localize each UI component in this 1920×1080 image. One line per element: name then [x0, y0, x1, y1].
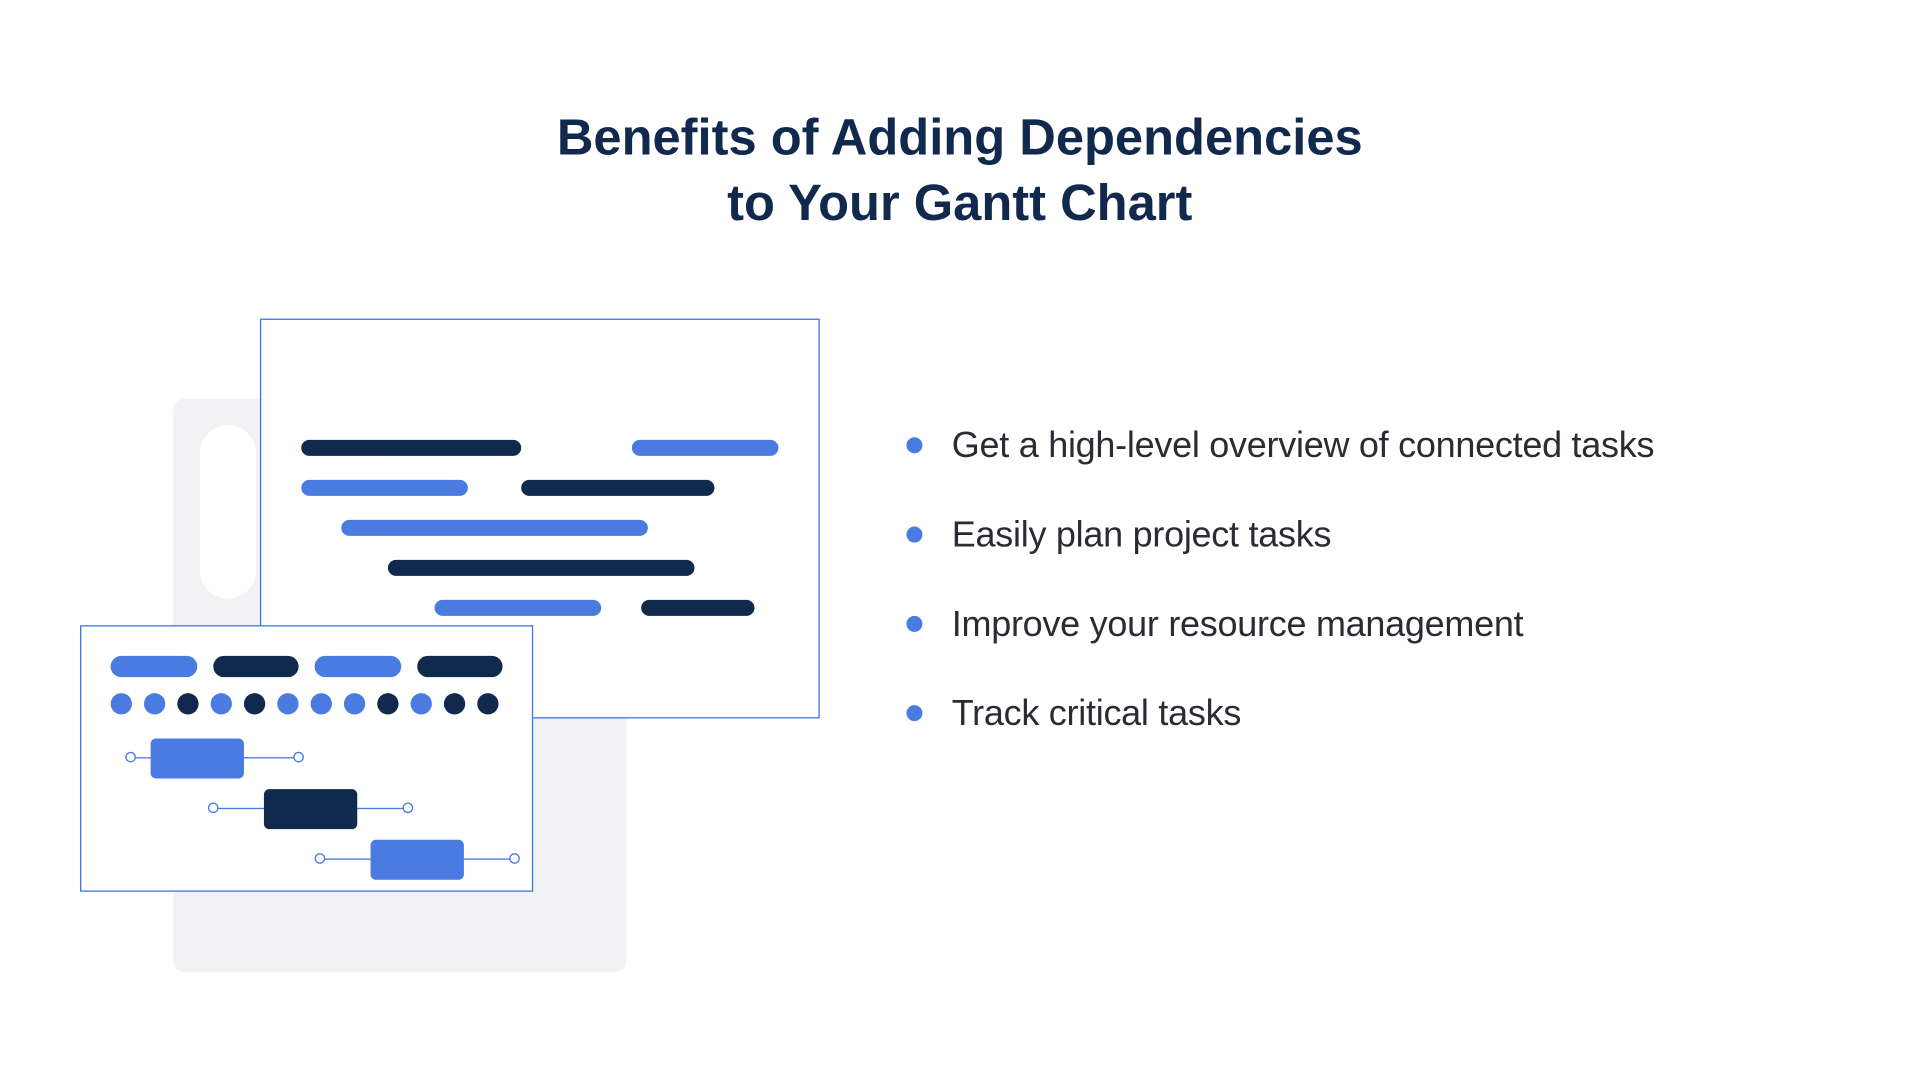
legend-pill — [315, 656, 401, 677]
legend-dots — [111, 693, 503, 714]
benefit-text: Easily plan project tasks — [952, 514, 1331, 555]
bullet-icon — [906, 706, 922, 722]
gantt-bar — [151, 738, 244, 778]
legend-dot — [344, 693, 365, 714]
list-item: Improve your resource management — [906, 604, 1654, 645]
bullet-icon — [906, 616, 922, 632]
gantt-bar — [264, 789, 357, 829]
task-bar — [301, 480, 468, 496]
bg-pill — [200, 425, 256, 598]
list-item: Track critical tasks — [906, 693, 1654, 734]
legend-dot — [144, 693, 165, 714]
gantt-row — [111, 738, 503, 778]
gantt-row — [111, 839, 503, 879]
legend-dot — [377, 693, 398, 714]
gantt-bar — [371, 839, 464, 879]
legend-pill — [213, 656, 299, 677]
task-bar — [341, 520, 648, 536]
task-bar — [632, 440, 779, 480]
legend-dot — [277, 693, 298, 714]
title-line-2: to Your Gantt Chart — [0, 172, 1920, 238]
task-bar — [301, 440, 521, 456]
task-bar — [521, 480, 714, 520]
legend-pill — [417, 656, 503, 677]
benefit-text: Get a high-level overview of connected t… — [952, 425, 1654, 466]
title-line-1: Benefits of Adding Dependencies — [0, 107, 1920, 173]
legend-dot — [111, 693, 132, 714]
page-title: Benefits of Adding Dependencies to Your … — [0, 0, 1920, 238]
legend-dot — [477, 693, 498, 714]
legend-dot — [211, 693, 232, 714]
bullet-icon — [906, 438, 922, 454]
benefits-list: Get a high-level overview of connected t… — [853, 305, 1654, 782]
task-bar — [435, 600, 602, 616]
gantt-illustration — [0, 305, 853, 972]
bottom-chart-card — [80, 625, 533, 892]
benefit-text: Track critical tasks — [952, 693, 1241, 734]
legend-pill — [111, 656, 197, 677]
legend-dot — [411, 693, 432, 714]
task-bar — [641, 600, 754, 640]
benefit-text: Improve your resource management — [952, 604, 1524, 645]
task-bar — [388, 560, 695, 576]
list-item: Easily plan project tasks — [906, 514, 1654, 555]
bullet-icon — [906, 527, 922, 543]
legend-dot — [444, 693, 465, 714]
gantt-row — [111, 789, 503, 829]
legend-pills — [111, 656, 503, 677]
legend-dot — [311, 693, 332, 714]
legend-dot — [244, 693, 265, 714]
legend-dot — [177, 693, 198, 714]
list-item: Get a high-level overview of connected t… — [906, 425, 1654, 466]
content-area: Get a high-level overview of connected t… — [0, 305, 1920, 972]
